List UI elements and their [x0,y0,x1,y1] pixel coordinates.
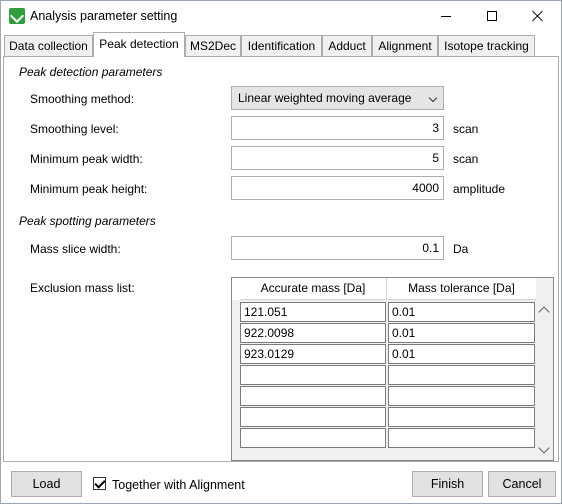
scroll-down-icon[interactable] [538,442,550,454]
app-logo-icon [9,8,25,24]
title-bar: Analysis parameter setting [1,1,561,31]
mass-tolerance-cell[interactable]: 0.01 [388,344,535,364]
smoothing-level-unit: scan [453,122,479,136]
analysis-parameter-window: Analysis parameter setting Data collecti… [0,0,562,504]
tab-alignment[interactable]: Alignment [372,35,438,57]
mass-slice-width-unit: Da [453,242,469,256]
column-header-mass-tolerance[interactable]: Mass tolerance [Da] [387,278,537,300]
min-peak-width-unit: scan [453,152,479,166]
smoothing-method-label: Smoothing method: [30,92,135,106]
together-with-alignment-checkbox[interactable] [93,477,106,490]
mass-tolerance-cell[interactable]: 0.01 [388,323,535,343]
tab-isotope-tracking[interactable]: Isotope tracking [438,35,535,57]
table-row [238,428,537,449]
chevron-down-icon [428,93,438,103]
scroll-up-icon[interactable] [538,306,550,318]
tab-ms2dec[interactable]: MS2Dec [185,35,241,57]
mass-slice-width-label: Mass slice width: [30,242,121,256]
tab-adduct[interactable]: Adduct [322,35,372,57]
close-icon [532,10,544,22]
exclusion-mass-grid[interactable]: Accurate mass [Da] Mass tolerance [Da] 1… [231,277,554,461]
grid-header: Accurate mass [Da] Mass tolerance [Da] [232,278,537,300]
accurate-mass-cell[interactable] [240,365,386,385]
window-title: Analysis parameter setting [30,9,178,23]
exclusion-mass-list-label: Exclusion mass list: [30,281,135,295]
accurate-mass-cell[interactable]: 923.0129 [240,344,386,364]
grid-header-corner [536,278,553,300]
table-row [238,386,537,407]
accurate-mass-cell[interactable] [240,428,386,448]
together-with-alignment-label[interactable]: Together with Alignment [112,478,245,492]
table-row: 922.0098 0.01 [238,323,537,344]
table-row: 923.0129 0.01 [238,344,537,365]
table-row [238,407,537,428]
min-peak-height-label: Minimum peak height: [30,182,148,196]
close-button[interactable] [515,1,561,31]
smoothing-level-input[interactable]: 3 [231,116,444,140]
peak-detection-section-title: Peak detection parameters [19,65,163,79]
accurate-mass-cell[interactable]: 922.0098 [240,323,386,343]
grid-rows: 121.051 0.01 922.0098 0.01 923.0129 0.01 [238,302,537,449]
peak-spotting-section-title: Peak spotting parameters [19,214,156,228]
mass-tolerance-cell[interactable] [388,428,535,448]
table-row: 121.051 0.01 [238,302,537,323]
load-button[interactable]: Load [11,471,82,497]
mass-slice-width-input[interactable]: 0.1 [231,236,444,260]
min-peak-width-label: Minimum peak width: [30,152,143,166]
accurate-mass-cell[interactable] [240,386,386,406]
tab-data-collection[interactable]: Data collection [4,35,93,57]
cancel-button[interactable]: Cancel [488,471,556,497]
smoothing-level-label: Smoothing level: [30,122,119,136]
mass-tolerance-cell[interactable] [388,365,535,385]
mass-tolerance-cell[interactable] [388,386,535,406]
smoothing-method-select[interactable]: Linear weighted moving average [231,86,444,110]
maximize-icon [487,11,497,21]
min-peak-width-input[interactable]: 5 [231,146,444,170]
smoothing-method-value: Linear weighted moving average [238,91,412,105]
mass-tolerance-cell[interactable] [388,407,535,427]
tab-identification[interactable]: Identification [241,35,322,57]
tab-peak-detection[interactable]: Peak detection [93,32,185,57]
accurate-mass-cell[interactable]: 121.051 [240,302,386,322]
mass-tolerance-cell[interactable]: 0.01 [388,302,535,322]
grid-vertical-scrollbar[interactable] [536,300,553,460]
minimize-icon [441,15,451,17]
min-peak-height-input[interactable]: 4000 [231,176,444,200]
table-row [238,365,537,386]
tab-strip: Data collection Peak detection MS2Dec Id… [1,31,561,57]
finish-button[interactable]: Finish [412,471,483,497]
maximize-button[interactable] [469,1,515,31]
min-peak-height-unit: amplitude [453,182,506,196]
accurate-mass-cell[interactable] [240,407,386,427]
column-header-accurate-mass[interactable]: Accurate mass [Da] [240,278,387,300]
minimize-button[interactable] [423,1,469,31]
